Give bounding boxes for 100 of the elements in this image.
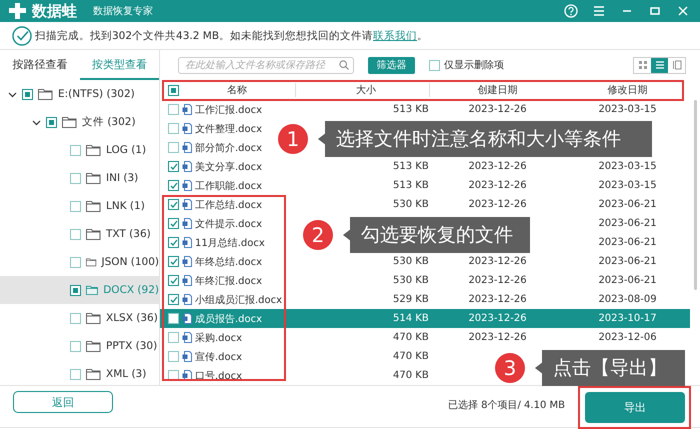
- file-name[interactable]: 文件提示.docx: [195, 216, 262, 230]
- selected-file-row[interactable]: 成员报告.docx 514 KB 2023-12-26 2023-10-17: [160, 309, 690, 328]
- checkbox[interactable]: [168, 332, 179, 343]
- checkbox[interactable]: [168, 161, 179, 172]
- checkbox[interactable]: [70, 200, 81, 212]
- scrollbar[interactable]: [694, 100, 697, 290]
- step-number-tooltip: 3: [495, 353, 525, 383]
- checkbox[interactable]: [70, 228, 81, 240]
- file-name[interactable]: 采购.docx: [195, 330, 242, 344]
- list-view-icon: [654, 60, 664, 70]
- contact-link[interactable]: 联系我们: [373, 30, 418, 42]
- column-header[interactable]: 名称: [179, 83, 295, 97]
- checkbox[interactable]: [168, 104, 179, 115]
- table-cell: 2023-10-17: [598, 313, 657, 324]
- menu-icon[interactable]: [592, 4, 606, 18]
- tree-item[interactable]: JSON (100): [0, 248, 159, 276]
- file-name[interactable]: 工作职能.docx: [195, 178, 262, 192]
- close-icon[interactable]: [676, 4, 690, 18]
- selection-summary: 已选择 8个项目/ 4.10 MB: [448, 398, 565, 412]
- table-cell: 513 KB: [393, 161, 429, 172]
- checkbox[interactable]: [168, 199, 179, 210]
- document-icon: [182, 256, 192, 267]
- checkbox[interactable]: [168, 218, 179, 229]
- help-icon[interactable]: [564, 4, 578, 18]
- file-name[interactable]: 工作总结.docx: [195, 198, 262, 212]
- checkbox[interactable]: [70, 256, 81, 268]
- callout-tooltip: 选择文件时注意名称和大小等条件: [318, 121, 652, 157]
- checkbox[interactable]: [168, 180, 179, 191]
- table-cell: 530 KB: [393, 256, 429, 267]
- checkbox[interactable]: [168, 123, 179, 134]
- checkbox[interactable]: [70, 144, 81, 156]
- tree-item[interactable]: TXT (36): [0, 220, 159, 248]
- tree-item[interactable]: E:(NTFS) (302): [0, 80, 159, 108]
- table-cell: 2023-12-26: [468, 313, 527, 324]
- checkbox[interactable]: [70, 172, 81, 184]
- checkbox[interactable]: [168, 351, 179, 362]
- folder-icon: [86, 340, 101, 352]
- table-cell: 2023-03-15: [598, 104, 657, 115]
- file-name[interactable]: 宣传.docx: [195, 350, 242, 364]
- table-cell: 2023-12-26: [468, 275, 527, 286]
- folder-icon: [86, 312, 101, 324]
- document-icon: [182, 123, 192, 134]
- table-cell: 530 KB: [393, 275, 429, 286]
- checkbox[interactable]: [70, 312, 81, 324]
- file-name[interactable]: 文件整理.docx: [195, 122, 262, 136]
- chevron-down-icon[interactable]: [8, 90, 17, 98]
- checkbox[interactable]: [168, 256, 179, 267]
- document-icon: [182, 199, 192, 210]
- app-subtitle: 数据恢复专家: [93, 4, 153, 18]
- folder-icon: [86, 144, 101, 156]
- checkbox-label[interactable]: 仅显示删除项: [444, 58, 504, 72]
- table-cell: 529 KB: [393, 294, 429, 305]
- column-header[interactable]: 大小: [295, 83, 430, 97]
- tree-item[interactable]: LNK (1): [0, 192, 159, 220]
- file-name[interactable]: 工作汇报.docx: [195, 102, 262, 116]
- checkbox[interactable]: [168, 275, 179, 286]
- file-name[interactable]: 美文分享.docx: [195, 160, 262, 174]
- checkbox[interactable]: [22, 88, 33, 100]
- step-number-tooltip: 1: [278, 124, 308, 154]
- checkbox[interactable]: [168, 313, 179, 324]
- checkbox[interactable]: [70, 284, 81, 296]
- file-name[interactable]: 部分简介.docx: [195, 140, 262, 154]
- checkbox[interactable]: [168, 84, 179, 96]
- file-name[interactable]: 年终汇报.docx: [195, 274, 262, 288]
- table-cell: 2023-12-06: [598, 332, 657, 343]
- table-cell: 2023-12-26: [468, 256, 527, 267]
- table-cell: 470 KB: [393, 370, 429, 381]
- checkbox[interactable]: [70, 368, 81, 380]
- search-icon: [339, 60, 349, 70]
- column-header[interactable]: 创建日期: [430, 83, 565, 97]
- checkbox[interactable]: [168, 142, 179, 153]
- file-name[interactable]: 小组成员汇报.docx: [195, 292, 282, 306]
- column-header[interactable]: 修改日期: [565, 83, 690, 97]
- checkbox[interactable]: [168, 294, 179, 305]
- filter-button[interactable]: 筛选器: [368, 56, 415, 74]
- tree-item[interactable]: XML (3): [0, 360, 159, 385]
- folder-icon: [86, 368, 101, 380]
- tree-item[interactable]: INI (3): [0, 164, 159, 192]
- checkbox[interactable]: [168, 237, 179, 248]
- tree-item[interactable]: LOG (1): [0, 136, 159, 164]
- chevron-down-icon[interactable]: [32, 118, 41, 126]
- table-cell: 2023-06-21: [598, 275, 657, 286]
- back-button[interactable]: 返回: [13, 391, 113, 413]
- view-tab[interactable]: 按类型查看: [80, 50, 159, 80]
- export-button[interactable]: 导出: [585, 392, 685, 423]
- file-name[interactable]: 成员报告.docx: [195, 312, 262, 326]
- view-tab[interactable]: 按路径查看: [0, 50, 80, 80]
- view-toggle[interactable]: [651, 58, 668, 72]
- table-cell: 2023-06-21: [598, 199, 657, 210]
- file-name[interactable]: 年终总结.docx: [195, 254, 262, 268]
- plus-logo-icon: [8, 2, 28, 20]
- checkbox[interactable]: [429, 60, 440, 70]
- table-cell: 2023-12-26: [468, 294, 527, 305]
- checkbox[interactable]: [70, 340, 81, 352]
- document-icon: [182, 104, 192, 115]
- checkbox[interactable]: [46, 116, 57, 128]
- tree-item[interactable]: PPTX (30): [0, 332, 159, 360]
- file-name[interactable]: 11月总结.docx: [195, 236, 265, 250]
- tree-item[interactable]: XLSX (36): [0, 304, 159, 332]
- tree-item[interactable]: 文件 (302): [0, 108, 159, 136]
